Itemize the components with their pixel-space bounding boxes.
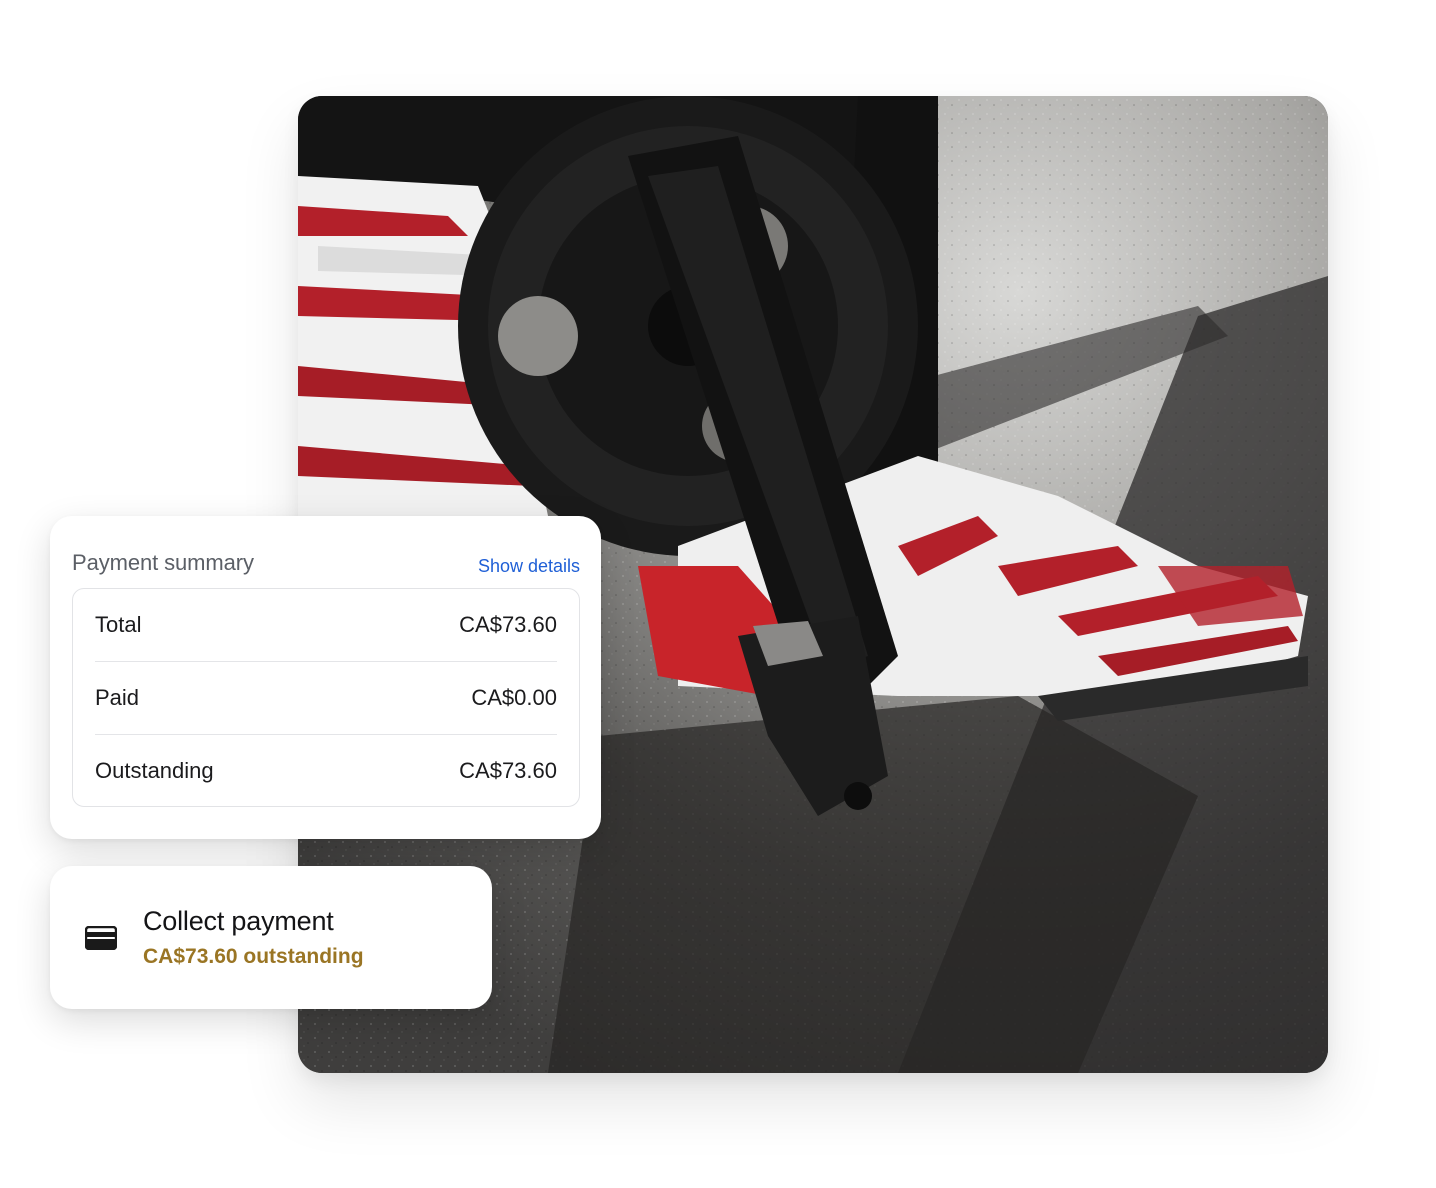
collect-payment-title: Collect payment (143, 906, 334, 936)
summary-row-total: Total CA$73.60 (95, 589, 557, 662)
summary-row-value: CA$0.00 (471, 685, 557, 710)
collect-payment-outstanding: CA$73.60 outstanding (143, 945, 364, 968)
summary-row-label: Paid (95, 685, 140, 710)
summary-row-label: Outstanding (95, 758, 214, 783)
payment-summary-title: Payment summary (72, 550, 254, 575)
collect-payment-button[interactable]: Collect payment CA$73.60 outstanding (50, 866, 492, 1009)
credit-card-icon (85, 926, 117, 950)
summary-row-value: CA$73.60 (459, 758, 557, 783)
summary-row-outstanding: Outstanding CA$73.60 (95, 735, 557, 807)
summary-row-label: Total (95, 612, 142, 637)
show-details-link[interactable]: Show details (478, 556, 580, 577)
stage: Payment summary Show details Total CA$73… (0, 0, 1436, 1188)
payment-summary-table: Total CA$73.60 Paid CA$0.00 Outstanding … (72, 588, 580, 807)
summary-row-paid: Paid CA$0.00 (95, 662, 557, 735)
payment-summary-card: Payment summary Show details Total CA$73… (50, 516, 601, 839)
summary-row-value: CA$73.60 (459, 612, 557, 637)
